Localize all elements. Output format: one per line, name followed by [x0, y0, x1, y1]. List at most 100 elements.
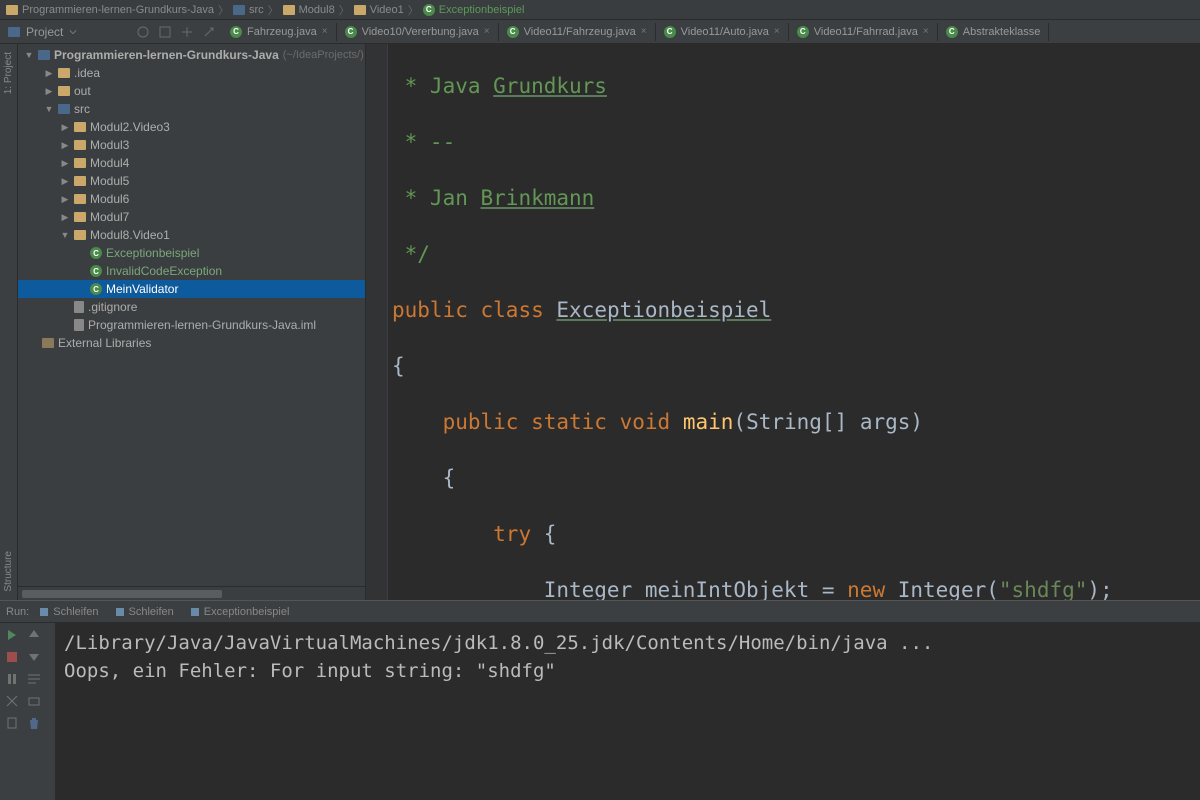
run-tab[interactable]: Schleifen: [33, 604, 104, 620]
tree-row[interactable]: ▼ Modul8.Video1: [18, 226, 365, 244]
expand-arrow-icon[interactable]: ▶: [60, 140, 70, 151]
editor-tabs: CFahrzeug.java× CVideo10/Vererbung.java×…: [222, 23, 1200, 41]
project-tree[interactable]: ▼ Programmieren-lernen-Grundkurs-Java (~…: [18, 44, 365, 586]
tree-label: Modul6: [90, 192, 129, 206]
lib-icon: [42, 338, 54, 348]
editor-tab[interactable]: CFahrzeug.java×: [222, 23, 337, 41]
class-icon: C: [797, 26, 809, 38]
expand-arrow-icon[interactable]: ▶: [60, 122, 70, 133]
tree-label: MeinValidator: [106, 282, 178, 296]
tree-row[interactable]: C MeinValidator: [18, 280, 365, 298]
expand-arrow-icon[interactable]: ▶: [60, 194, 70, 205]
breadcrumb-crumb[interactable]: Programmieren-lernen-Grundkurs-Java: [6, 4, 214, 16]
pause-icon[interactable]: [4, 671, 20, 687]
collapse-icon[interactable]: [136, 25, 150, 39]
run-panel-header: Run: Schleifen Schleifen Exceptionbeispi…: [0, 601, 1200, 623]
class-icon: C: [946, 26, 958, 38]
class-icon: C: [90, 283, 102, 295]
editor-tab[interactable]: CAbstrakteklasse: [938, 23, 1050, 41]
editor-tab[interactable]: CVideo11/Fahrrad.java×: [789, 23, 938, 41]
run-toolbar: [0, 623, 56, 800]
expand-arrow-icon[interactable]: ▼: [24, 50, 34, 60]
rerun-icon[interactable]: [4, 627, 20, 643]
trash-icon[interactable]: [26, 715, 42, 731]
tree-row[interactable]: ▶ Modul6: [18, 190, 365, 208]
stop-icon[interactable]: [4, 649, 20, 665]
code-editor[interactable]: * Java Grundkurs * -- * Jan Brinkmann */…: [366, 44, 1200, 600]
tree-row[interactable]: ▶Modul7: [18, 208, 365, 226]
tree-row[interactable]: ▶ Modul2.Video3: [18, 118, 365, 136]
project-tool-tab[interactable]: 1: Project: [3, 52, 14, 94]
folder-icon: [74, 212, 86, 222]
run-body: /Library/Java/JavaVirtualMachines/jdk1.8…: [0, 623, 1200, 800]
tree-row[interactable]: ▶Modul5: [18, 172, 365, 190]
run-label: Run:: [6, 606, 29, 618]
expand-arrow-icon[interactable]: ▶: [60, 176, 70, 187]
tree-label: Modul3: [90, 138, 129, 152]
console-output[interactable]: /Library/Java/JavaVirtualMachines/jdk1.8…: [56, 623, 1200, 800]
tree-row[interactable]: ▼src: [18, 100, 365, 118]
tree-label: Modul2.Video3: [90, 120, 170, 134]
close-icon[interactable]: ×: [484, 26, 490, 37]
hide-icon[interactable]: [180, 25, 194, 39]
soft-wrap-icon[interactable]: [26, 671, 42, 687]
editor-gutter[interactable]: [366, 44, 388, 600]
expand-arrow-icon[interactable]: ▼: [44, 104, 54, 114]
folder-icon: [233, 5, 245, 15]
editor-tab[interactable]: CVideo11/Auto.java×: [656, 23, 789, 41]
run-tab[interactable]: Schleifen: [109, 604, 180, 620]
tree-row[interactable]: ▶out: [18, 82, 365, 100]
tree-row[interactable]: ▶ Modul3: [18, 136, 365, 154]
tree-project-root[interactable]: ▼ Programmieren-lernen-Grundkurs-Java (~…: [18, 46, 365, 64]
tree-row[interactable]: .gitignore: [18, 298, 365, 316]
run-tab[interactable]: Exceptionbeispiel: [184, 604, 296, 620]
code-content[interactable]: * Java Grundkurs * -- * Jan Brinkmann */…: [388, 44, 1200, 600]
breadcrumb-crumb[interactable]: src: [233, 4, 264, 16]
breadcrumb-sep: 〉: [339, 2, 350, 18]
tree-row[interactable]: Programmieren-lernen-Grundkurs-Java.iml: [18, 316, 365, 334]
class-icon: C: [423, 4, 435, 16]
editor-area: * Java Grundkurs * -- * Jan Brinkmann */…: [366, 44, 1200, 600]
class-icon: C: [345, 26, 357, 38]
tree-label: Exceptionbeispiel: [106, 246, 199, 260]
breadcrumb-crumb[interactable]: CExceptionbeispiel: [423, 4, 525, 16]
project-scrollbar[interactable]: [18, 586, 365, 600]
print-icon[interactable]: [26, 693, 42, 709]
down-icon[interactable]: [26, 649, 42, 665]
expand-arrow-icon[interactable]: ▶: [44, 68, 54, 79]
tree-label: Modul8.Video1: [90, 228, 170, 242]
folder-icon: [74, 122, 86, 132]
expand-arrow-icon[interactable]: ▶: [60, 158, 70, 169]
breadcrumb-crumb[interactable]: Modul8: [283, 4, 335, 16]
editor-tab[interactable]: CVideo11/Fahrzeug.java×: [499, 23, 656, 41]
expand-arrow-icon[interactable]: ▶: [60, 212, 70, 223]
exit-icon[interactable]: [4, 693, 20, 709]
tree-row[interactable]: External Libraries: [18, 334, 365, 352]
tree-row[interactable]: ▶.idea: [18, 64, 365, 82]
tree-label: External Libraries: [58, 336, 151, 350]
close-icon[interactable]: ×: [923, 26, 929, 37]
tree-row[interactable]: ▶Modul4: [18, 154, 365, 172]
dump-icon[interactable]: [4, 715, 20, 731]
editor-tab[interactable]: CVideo10/Vererbung.java×: [337, 23, 499, 41]
folder-icon: [283, 5, 295, 15]
expand-arrow-icon[interactable]: ▶: [44, 86, 54, 97]
project-view-selector[interactable]: Project: [0, 25, 130, 39]
console-line: /Library/Java/JavaVirtualMachines/jdk1.8…: [64, 632, 933, 654]
tree-row[interactable]: CExceptionbeispiel: [18, 244, 365, 262]
settings-icon[interactable]: [158, 25, 172, 39]
scroll-icon[interactable]: [202, 25, 216, 39]
folder-icon: [74, 194, 86, 204]
class-icon: C: [230, 26, 242, 38]
up-icon[interactable]: [26, 627, 42, 643]
expand-arrow-icon[interactable]: ▼: [60, 230, 70, 240]
close-icon[interactable]: ×: [774, 26, 780, 37]
tree-row[interactable]: CInvalidCodeException: [18, 262, 365, 280]
run-config-icon: [190, 607, 200, 617]
scrollbar-thumb[interactable]: [22, 590, 222, 598]
breadcrumb-bar: Programmieren-lernen-Grundkurs-Java 〉 sr…: [0, 0, 1200, 20]
breadcrumb-crumb[interactable]: Video1: [354, 4, 404, 16]
close-icon[interactable]: ×: [322, 26, 328, 37]
structure-tool-tab[interactable]: Structure: [3, 551, 14, 592]
close-icon[interactable]: ×: [641, 26, 647, 37]
